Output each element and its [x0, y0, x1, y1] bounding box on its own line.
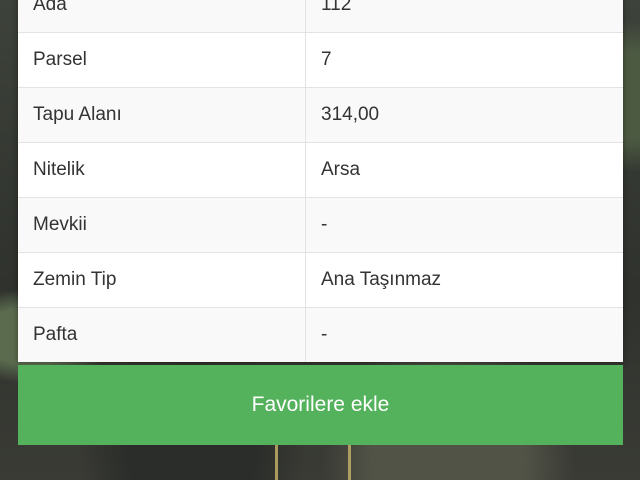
add-to-favorites-button[interactable]: Favorilere ekle — [18, 365, 623, 445]
row-label: Tapu Alanı — [18, 87, 306, 143]
map-road-line — [275, 440, 278, 480]
row-value: 314,00 — [305, 87, 623, 143]
row-label: Zemin Tip — [18, 252, 306, 308]
row-label: Ada — [18, 0, 306, 33]
table-row-zemin-tip: Zemin Tip Ana Taşınmaz — [18, 252, 623, 308]
row-label: Nitelik — [18, 142, 306, 198]
parcel-info-table: Ada 112 Parsel 7 Tapu Alanı 314,00 Nitel… — [18, 0, 623, 362]
row-value: - — [305, 307, 623, 362]
row-value: 112 — [305, 0, 623, 33]
row-label: Mevkii — [18, 197, 306, 253]
row-label: Pafta — [18, 307, 306, 362]
table-row-mevkii: Mevkii - — [18, 197, 623, 253]
row-value: Ana Taşınmaz — [305, 252, 623, 308]
parcel-info-card: Ada 112 Parsel 7 Tapu Alanı 314,00 Nitel… — [18, 0, 623, 362]
row-value: 7 — [305, 32, 623, 88]
table-row-pafta: Pafta - — [18, 307, 623, 362]
row-value: - — [305, 197, 623, 253]
table-row-parsel: Parsel 7 — [18, 32, 623, 88]
table-row-nitelik: Nitelik Arsa — [18, 142, 623, 198]
row-label: Parsel — [18, 32, 306, 88]
map-road-line — [348, 440, 351, 480]
table-row-ada: Ada 112 — [18, 0, 623, 33]
table-row-tapu-alani: Tapu Alanı 314,00 — [18, 87, 623, 143]
row-value: Arsa — [305, 142, 623, 198]
